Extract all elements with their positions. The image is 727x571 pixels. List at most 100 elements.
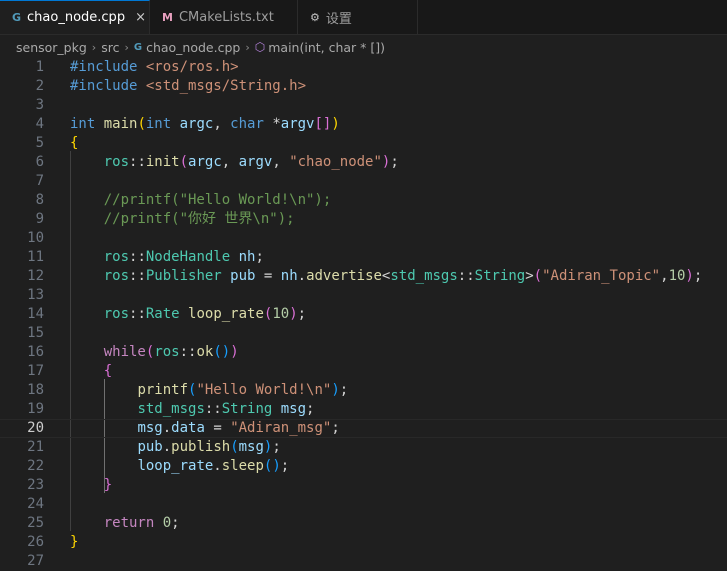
code-line[interactable]: 3 — [0, 96, 727, 115]
code-line[interactable]: 13 — [0, 286, 727, 305]
code-token: std_msgs — [137, 401, 205, 417]
line-number: 13 — [27, 287, 44, 303]
code-token: ; — [280, 458, 290, 474]
code-text: } — [70, 533, 78, 552]
code-line[interactable]: 11 ros::NodeHandle nh; — [0, 248, 727, 267]
code-line[interactable]: 24 — [0, 495, 727, 514]
code-line[interactable]: 19 std_msgs::String msg; — [0, 400, 727, 419]
code-line[interactable]: 7 — [0, 172, 727, 191]
code-token: Publisher — [145, 268, 231, 284]
close-icon[interactable]: × — [135, 10, 146, 25]
line-number: 22 — [27, 458, 44, 474]
code-line[interactable]: 8 //printf("Hello World!\n"); — [0, 191, 727, 210]
code-token: argc — [179, 116, 214, 132]
code-token: ; — [306, 401, 315, 417]
code-token: argc — [188, 154, 222, 170]
code-token: while — [103, 344, 146, 360]
code-line[interactable]: 21 pub.publish(msg); — [0, 438, 727, 457]
code-token: ros — [154, 344, 180, 360]
breadcrumb-folder-sensor-pkg[interactable]: sensor_pkg — [16, 40, 87, 55]
code-token: [] — [314, 116, 332, 132]
breadcrumb-file[interactable]: chao_node.cpp — [146, 40, 240, 55]
code-token: pub — [137, 439, 163, 455]
code-text: pub.publish(msg); — [70, 438, 280, 457]
line-number: 23 — [27, 477, 44, 493]
code-text: int main(int argc, char *argv[]) — [70, 115, 340, 134]
line-number: 6 — [35, 154, 44, 170]
code-token: * — [272, 116, 281, 132]
breadcrumb-symbol[interactable]: main(int, char * []) — [268, 40, 385, 55]
code-token: argv — [238, 154, 273, 170]
code-token: ok — [196, 344, 214, 360]
code-token: publish — [171, 439, 231, 455]
code-token: } — [70, 534, 79, 550]
code-token: , — [213, 116, 231, 132]
code-line[interactable]: 12 ros::Publisher pub = nh.advertise<std… — [0, 267, 727, 286]
code-line[interactable]: 2 #include <std_msgs/String.h> — [0, 77, 727, 96]
line-number: 15 — [27, 325, 44, 341]
tab-label: CMakeLists.txt — [178, 9, 274, 25]
line-number: 4 — [35, 116, 44, 132]
code-token: ) — [685, 268, 694, 284]
code-token: ros — [103, 154, 130, 170]
code-line[interactable]: 15 — [0, 324, 727, 343]
code-token: = — [255, 268, 281, 284]
code-text: loop_rate.sleep(); — [70, 457, 289, 476]
line-number: 11 — [27, 249, 44, 265]
code-line[interactable]: 18 printf("Hello World!\n"); — [0, 381, 727, 400]
code-token: ) — [289, 306, 298, 322]
tab-cmakelists[interactable]: M CMakeLists.txt — [150, 0, 298, 34]
cpp-file-icon: G — [12, 11, 22, 24]
code-line[interactable]: 6 ros::init(argc, argv, "chao_node"); — [0, 153, 727, 172]
line-number: 8 — [35, 192, 44, 208]
code-text: ros::Publisher pub = nh.advertise<std_ms… — [70, 267, 703, 286]
code-line[interactable]: 1 #include <ros/ros.h> — [0, 58, 727, 77]
code-token: nh — [280, 268, 298, 284]
code-token: Rate — [145, 306, 189, 322]
code-token: argv — [280, 116, 315, 132]
function-symbol-icon: ⬡ — [254, 40, 266, 54]
line-number: 18 — [27, 382, 44, 398]
code-line[interactable]: 10 — [0, 229, 727, 248]
code-token: :: — [179, 344, 197, 360]
code-token: #include — [70, 59, 146, 75]
code-token: 0 — [162, 515, 172, 531]
code-line[interactable]: 17 { — [0, 362, 727, 381]
code-line[interactable]: 16 while(ros::ok()) — [0, 343, 727, 362]
editor-tab-bar: G chao_node.cpp × M CMakeLists.txt ⚙ 设置 — [0, 0, 727, 35]
code-line[interactable]: 20 msg.data = "Adiran_msg"; — [0, 419, 727, 438]
code-text: ros::NodeHandle nh; — [70, 248, 264, 267]
code-line[interactable]: 22 loop_rate.sleep(); — [0, 457, 727, 476]
code-line[interactable]: 14 ros::Rate loop_rate(10); — [0, 305, 727, 324]
code-text: { — [70, 134, 78, 153]
breadcrumb-folder-src[interactable]: src — [101, 40, 119, 55]
code-token: printf — [137, 382, 189, 398]
code-token: <std_msgs/String.h> — [145, 78, 307, 94]
code-line[interactable]: 4 int main(int argc, char *argv[]) — [0, 115, 727, 134]
code-token: "Adiran_msg" — [230, 420, 332, 436]
code-token: String — [474, 268, 526, 284]
code-token: "Adiran_Topic" — [542, 268, 661, 284]
code-token: 10 — [272, 306, 290, 322]
code-line[interactable]: 23 } — [0, 476, 727, 495]
tab-chao-node-cpp[interactable]: G chao_node.cpp × — [0, 0, 150, 34]
code-line[interactable]: 5{ — [0, 134, 727, 153]
code-token: :: — [129, 306, 146, 322]
line-number: 19 — [27, 401, 44, 417]
cpp-file-icon: G — [133, 41, 143, 53]
code-token: ) — [331, 116, 340, 132]
code-line[interactable]: 9 //printf("你好 世界\n"); — [0, 210, 727, 229]
code-token: NodeHandle — [145, 249, 239, 265]
tab-settings[interactable]: ⚙ 设置 — [298, 0, 418, 34]
code-line[interactable]: 26} — [0, 533, 727, 552]
code-line[interactable]: 25 return 0; — [0, 514, 727, 533]
code-editor[interactable]: 1 #include <ros/ros.h> 2 #include <std_msgs… — [0, 56, 727, 570]
code-line[interactable]: 27 — [0, 552, 727, 571]
